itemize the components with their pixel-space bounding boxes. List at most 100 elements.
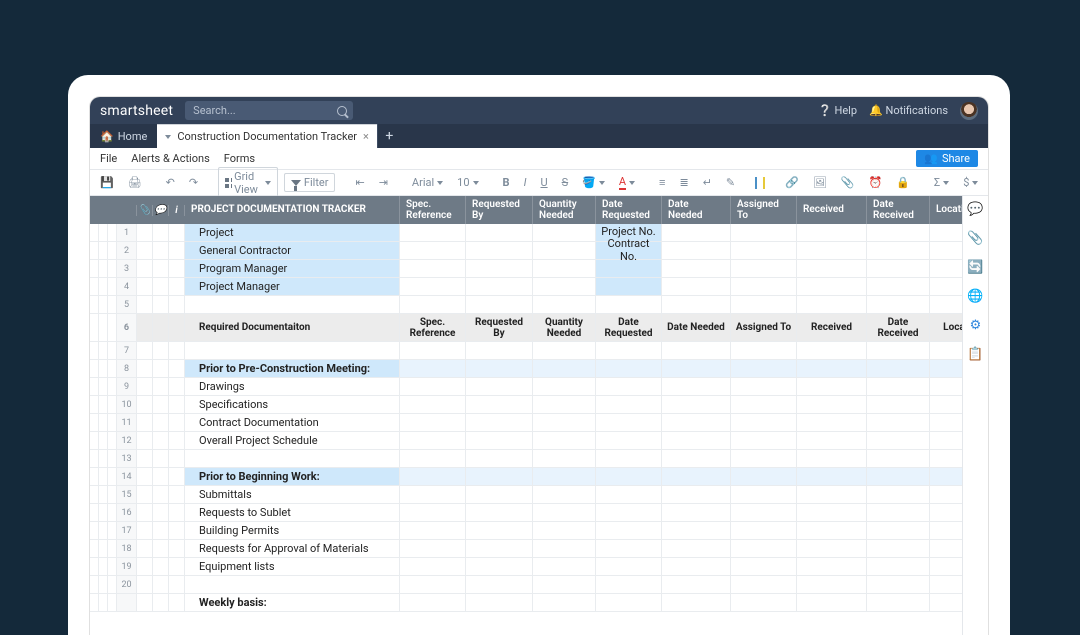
tab-menu-icon[interactable] [165, 135, 171, 139]
col-dneed[interactable]: Date Needed [662, 196, 731, 224]
search-icon [337, 106, 347, 116]
menu-file[interactable]: File [100, 152, 117, 165]
table-row[interactable]: 13 [90, 450, 962, 468]
grid-icon [225, 178, 231, 188]
col-assign[interactable]: Assigned To [731, 196, 797, 224]
column-header-row: 📎 💬 i PROJECT DOCUMENTATION TRACKER Spec… [90, 196, 962, 224]
highlight-yellow[interactable] [763, 177, 765, 189]
table-row[interactable]: 10Specifications [90, 396, 962, 414]
view-switcher[interactable]: Grid View [218, 167, 278, 199]
notifications-link[interactable]: 🔔 Notifications [869, 104, 948, 117]
share-label: Share [942, 152, 970, 165]
help-link[interactable]: ❔ Help [818, 104, 857, 117]
table-row[interactable]: 9Drawings [90, 378, 962, 396]
info-col-icon[interactable]: i [169, 205, 185, 216]
table-row[interactable]: 12Overall Project Schedule [90, 432, 962, 450]
table-row[interactable]: 5 [90, 296, 962, 314]
indent-out-icon[interactable]: ⇤ [351, 174, 368, 191]
align-center-icon[interactable]: ≣ [675, 174, 692, 191]
add-tab-button[interactable]: + [377, 124, 401, 148]
table-row[interactable]: 2 General Contractor Contract No. [90, 242, 962, 260]
col-recv[interactable]: Received [797, 196, 867, 224]
device-frame: smartsheet ❔ Help 🔔 Notifications 🏠 Home… [68, 75, 1010, 635]
reminder-icon[interactable]: ⏰ [865, 174, 887, 191]
table-row[interactable]: 4 Project Manager [90, 278, 962, 296]
strike-icon[interactable]: S [558, 174, 573, 191]
undo-icon[interactable]: ↶ [162, 174, 179, 191]
search-input[interactable] [193, 104, 345, 117]
wrap-icon[interactable]: ↵ [699, 174, 716, 191]
proof-rail-icon[interactable]: 🔄 [967, 260, 983, 275]
highlight-blue[interactable] [755, 177, 757, 189]
discussion-col-icon[interactable]: 💬 [153, 205, 169, 216]
currency-icon[interactable]: $ [959, 174, 982, 191]
chevron-down-icon [265, 181, 271, 185]
cell-primary[interactable]: Project [185, 224, 400, 241]
table-row[interactable]: Weekly basis: [90, 594, 962, 612]
comments-rail-icon[interactable]: 💬 [967, 202, 983, 217]
text-color-icon[interactable]: A [615, 173, 639, 192]
redo-icon[interactable]: ↷ [185, 174, 202, 191]
right-rail: 💬 📎 🔄 🌐 ⚙ 📋 [962, 196, 988, 635]
col-loc[interactable]: Location [930, 196, 962, 224]
font-name[interactable]: Arial [408, 174, 447, 191]
avatar[interactable] [960, 102, 978, 120]
col-drecv[interactable]: Date Received [867, 196, 930, 224]
indent-in-icon[interactable]: ⇥ [375, 174, 392, 191]
table-row[interactable]: 1 Project Project No. [90, 224, 962, 242]
tab-bar: 🏠 Home Construction Documentation Tracke… [90, 124, 988, 148]
summary-rail-icon[interactable]: 📋 [967, 347, 983, 362]
section-row[interactable]: 14Prior to Beginning Work: [90, 468, 962, 486]
save-icon[interactable]: 💾 [96, 174, 118, 191]
view-label: Grid View [234, 170, 262, 196]
format-icon[interactable]: ✎ [722, 174, 739, 191]
table-row[interactable]: 18Requests for Approval of Materials [90, 540, 962, 558]
col-primary[interactable]: PROJECT DOCUMENTATION TRACKER [185, 196, 400, 224]
home-icon: 🏠 [100, 130, 114, 143]
col-reqby[interactable]: Requested By [466, 196, 533, 224]
table-row[interactable]: 15Submittals [90, 486, 962, 504]
table-row[interactable]: 7 [90, 342, 962, 360]
font-size[interactable]: 10 [453, 174, 482, 191]
table-row[interactable]: 3 Program Manager [90, 260, 962, 278]
filter-button[interactable]: Filter [284, 173, 336, 192]
home-tab[interactable]: 🏠 Home [90, 124, 157, 148]
filter-icon [291, 180, 301, 186]
image-icon[interactable]: 🖼 [809, 174, 831, 191]
attach-icon[interactable]: 📎 [837, 174, 859, 191]
filter-label: Filter [304, 176, 329, 189]
table-row[interactable]: 19Equipment lists [90, 558, 962, 576]
publish-rail-icon[interactable]: 🌐 [967, 289, 983, 304]
table-row[interactable]: 17Building Permits [90, 522, 962, 540]
active-tab-label: Construction Documentation Tracker [177, 130, 357, 143]
menu-forms[interactable]: Forms [224, 152, 255, 165]
lock-icon[interactable]: 🔒 [892, 174, 914, 191]
table-row[interactable]: 16Requests to Sublet [90, 504, 962, 522]
table-row[interactable]: 11Contract Documentation [90, 414, 962, 432]
home-label: Home [118, 130, 148, 143]
sheet-grid[interactable]: 📎 💬 i PROJECT DOCUMENTATION TRACKER Spec… [90, 196, 962, 635]
col-spec[interactable]: Spec. Reference [400, 196, 466, 224]
align-left-icon[interactable]: ≡ [655, 174, 669, 191]
attachments-rail-icon[interactable]: 📎 [967, 231, 983, 246]
underline-icon[interactable]: U [536, 174, 551, 191]
italic-icon[interactable]: I [520, 174, 531, 191]
share-button[interactable]: 👥 Share [916, 150, 978, 167]
link-icon[interactable]: 🔗 [781, 174, 803, 191]
menu-alerts[interactable]: Alerts & Actions [131, 152, 210, 165]
bold-icon[interactable]: B [499, 174, 514, 191]
attach-col-icon[interactable]: 📎 [137, 205, 153, 216]
table-row[interactable]: 20 [90, 576, 962, 594]
col-dreq[interactable]: Date Requested [596, 196, 662, 224]
sum-icon[interactable]: Σ [930, 174, 953, 191]
active-tab[interactable]: Construction Documentation Tracker × [157, 124, 377, 148]
table-subheader[interactable]: 6 Required Documentaiton Spec. Reference… [90, 314, 962, 342]
brand-logo: smartsheet [100, 103, 173, 119]
col-qty[interactable]: Quantity Needed [533, 196, 596, 224]
fill-color-icon[interactable]: 🪣 [578, 174, 609, 191]
close-tab-icon[interactable]: × [363, 130, 369, 143]
activity-rail-icon[interactable]: ⚙ [970, 318, 982, 333]
print-icon[interactable]: 🖨 [124, 174, 146, 191]
search-box[interactable] [185, 101, 353, 120]
section-row[interactable]: 8 Prior to Pre-Construction Meeting: [90, 360, 962, 378]
